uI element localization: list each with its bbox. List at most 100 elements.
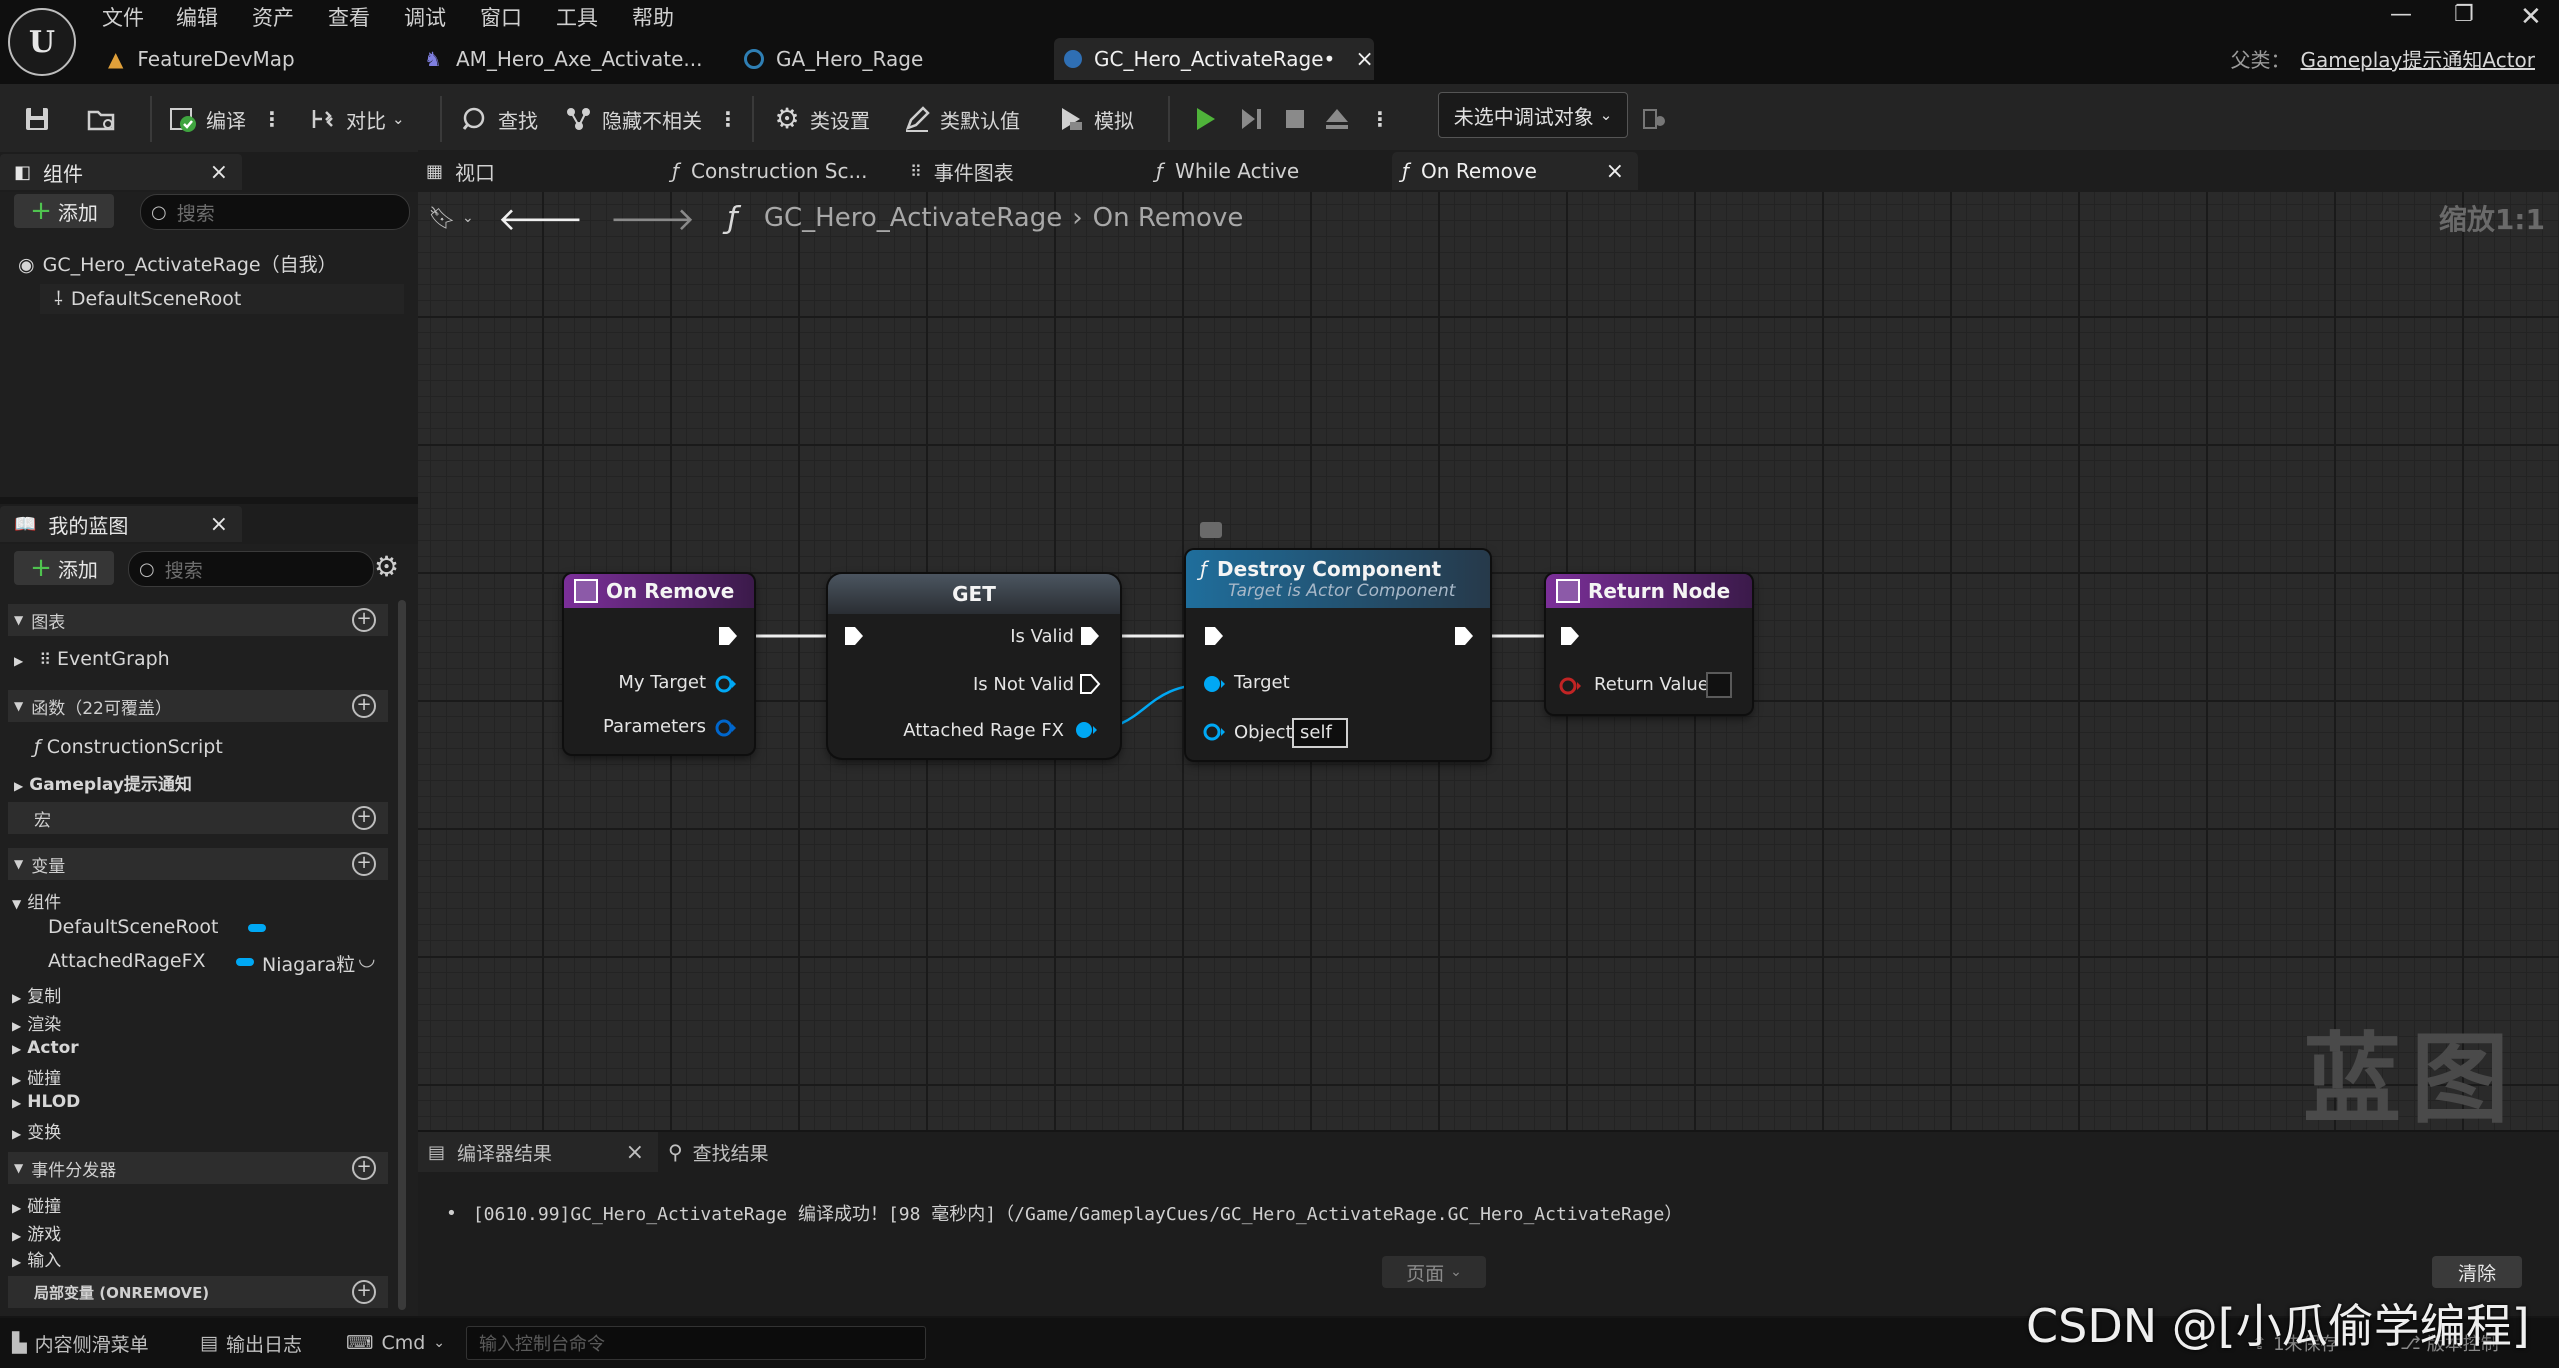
object-pin[interactable] — [1202, 720, 1228, 744]
node-validated-get[interactable]: GET Is Valid Is Not Valid Attached Rage … — [828, 574, 1120, 758]
forward-arrow-icon[interactable]: 🡒 — [609, 199, 695, 238]
graph-item-eventgraph[interactable]: ▶ ⠿ EventGraph — [14, 648, 170, 670]
bookmark-icon[interactable]: 🔖︎ — [428, 206, 456, 231]
play-button[interactable] — [1190, 98, 1228, 140]
object-pin[interactable] — [714, 672, 738, 696]
add-member-button[interactable]: + 添加 — [14, 551, 114, 585]
section-graphs[interactable]: ▼ 图表 — [8, 604, 388, 636]
add-component-button[interactable]: + 添加 — [14, 194, 114, 228]
exec-out-pin[interactable] — [1078, 624, 1102, 648]
component-default-scene-root[interactable]: ⸸ DefaultSceneRoot — [40, 284, 404, 314]
exec-out-pin[interactable] — [1078, 672, 1102, 696]
simulate-button[interactable]: 模拟 — [1056, 98, 1134, 140]
save-button[interactable] — [22, 98, 60, 140]
components-tab[interactable]: ◧ 组件 × — [0, 154, 242, 190]
tab-find-results[interactable]: ⚲ 查找结果 — [668, 1132, 769, 1172]
add-variable-icon[interactable]: + — [352, 852, 376, 876]
exec-out-pin[interactable] — [1452, 624, 1476, 648]
variable-category-transform[interactable]: ▶ 变换 — [12, 1118, 61, 1143]
node-on-remove[interactable]: On Remove My Target Parameters — [564, 574, 754, 754]
section-functions[interactable]: ▼ 函数（22可覆盖） — [8, 690, 388, 722]
exec-out-pin[interactable] — [716, 624, 740, 648]
add-dispatcher-icon[interactable]: + — [352, 1156, 376, 1180]
scrollbar[interactable] — [398, 600, 406, 1310]
add-graph-icon[interactable]: + — [352, 608, 376, 632]
bool-pin[interactable] — [1558, 674, 1584, 698]
doc-tab-gc-hero-activaterage[interactable]: GC_Hero_ActivateRage• × — [1054, 38, 1374, 80]
variable-category-actor[interactable]: ▶ Actor — [12, 1038, 79, 1058]
close-panel-icon[interactable]: × — [210, 160, 228, 185]
variable-category-collision[interactable]: ▶ 碰撞 — [12, 1064, 61, 1089]
doc-tab-am-hero-axe[interactable]: ♞ AM_Hero_Axe_Activate... — [424, 38, 724, 80]
variable-default-scene-root[interactable]: DefaultSceneRoot — [48, 916, 218, 938]
variable-category-hlod[interactable]: ▶ HLOD — [12, 1092, 80, 1112]
cmd-dropdown[interactable]: ⌨ Cmd ⌄ — [346, 1326, 445, 1360]
more-options-icon[interactable]: ⋮ — [718, 107, 738, 131]
menu-file[interactable]: 文件 — [102, 2, 144, 32]
stop-button[interactable] — [1280, 98, 1318, 140]
section-event-dispatchers[interactable]: ▼ 事件分发器 — [8, 1152, 388, 1184]
dispatcher-category-game[interactable]: ▶ 游戏 — [12, 1220, 61, 1245]
component-root-item[interactable]: ◉ GC_Hero_ActivateRage（自我） — [18, 250, 337, 277]
class-defaults-button[interactable]: 类默认值 — [902, 98, 1020, 140]
tab-compiler-results[interactable]: ▤ 编译器结果 × — [418, 1132, 658, 1172]
tab-viewport[interactable]: ▦ 视口 — [426, 152, 616, 190]
compile-button[interactable]: 编译 ⋮ — [168, 98, 282, 140]
page-dropdown[interactable]: 页面 ⌄ — [1382, 1256, 1486, 1288]
eject-button[interactable] — [1322, 98, 1360, 140]
menu-tools[interactable]: 工具 — [556, 2, 598, 32]
section-local-variables[interactable]: 局部变量 (ONREMOVE) — [8, 1276, 388, 1308]
close-tab-icon[interactable]: × — [1355, 47, 1373, 72]
exec-in-pin[interactable] — [1202, 624, 1226, 648]
dispatcher-category-input[interactable]: ▶ 输入 — [12, 1246, 61, 1271]
object-pin[interactable] — [1202, 672, 1228, 696]
restore-icon[interactable]: ❐ — [2454, 2, 2474, 27]
close-panel-icon[interactable]: × — [210, 512, 228, 537]
gear-icon[interactable]: ⚙ — [374, 550, 399, 583]
node-destroy-component[interactable]: ƒ Destroy Component Target is Actor Comp… — [1186, 550, 1490, 760]
my-blueprint-search-input[interactable]: ○ 搜索 — [128, 551, 374, 587]
eye-closed-icon[interactable]: ◡ — [358, 946, 375, 970]
doc-tab-ga-hero-rage[interactable]: GA_Hero_Rage — [744, 38, 1044, 80]
add-macro-icon[interactable]: + — [352, 806, 376, 830]
exec-in-pin[interactable] — [1558, 624, 1582, 648]
doc-tab-featuredevmap[interactable]: ▲ FeatureDevMap — [108, 38, 408, 80]
variable-category-replication[interactable]: ▶ 复制 — [12, 982, 61, 1007]
menu-debug[interactable]: 调试 — [404, 2, 446, 32]
return-value-checkbox[interactable] — [1706, 672, 1732, 698]
add-function-icon[interactable]: + — [352, 694, 376, 718]
tab-on-remove[interactable]: ƒ On Remove × — [1392, 152, 1638, 190]
output-log-button[interactable]: ▤ 输出日志 — [200, 1326, 302, 1360]
browse-button[interactable] — [86, 98, 124, 140]
my-blueprint-tab[interactable]: 📖 我的蓝图 × — [0, 506, 242, 542]
close-window-icon[interactable]: ✕ — [2520, 2, 2542, 32]
step-button[interactable] — [1236, 98, 1274, 140]
tab-event-graph[interactable]: ⠿ 事件图表 — [910, 152, 1110, 190]
tab-while-active[interactable]: ƒ While Active — [1156, 152, 1356, 190]
node-return[interactable]: Return Node Return Value — [1546, 574, 1752, 714]
close-tab-icon[interactable]: × — [626, 1140, 644, 1165]
content-drawer-button[interactable]: ▙ 内容侧滑菜单 — [12, 1326, 149, 1360]
dispatcher-category-collision[interactable]: ▶ 碰撞 — [12, 1192, 61, 1217]
debug-filter-button[interactable] — [1640, 98, 1678, 140]
section-variables[interactable]: ▼ 变量 — [8, 848, 388, 880]
back-arrow-icon[interactable]: 🡐 — [498, 199, 584, 238]
variable-category-components[interactable]: ▼ 组件 — [12, 888, 61, 913]
variable-attached-rage-fx[interactable]: AttachedRageFX — [48, 950, 206, 972]
menu-view[interactable]: 查看 — [328, 2, 370, 32]
clear-button[interactable]: 清除 — [2432, 1256, 2522, 1288]
section-macros[interactable]: 宏 — [8, 802, 388, 834]
breadcrumb-root[interactable]: GC_Hero_ActivateRage — [764, 203, 1062, 233]
object-default-value-input[interactable]: self — [1292, 718, 1348, 748]
variable-category-rendering[interactable]: ▶ 渲染 — [12, 1010, 61, 1035]
hide-unrelated-button[interactable]: 隐藏不相关 ⋮ — [564, 98, 738, 140]
minimize-icon[interactable]: — — [2390, 2, 2412, 27]
struct-pin[interactable] — [714, 716, 738, 740]
menu-edit[interactable]: 编辑 — [176, 2, 218, 32]
diff-button[interactable]: 对比 ⌄ — [308, 98, 405, 140]
close-tab-icon[interactable]: × — [1606, 159, 1624, 184]
object-pin[interactable] — [1072, 718, 1100, 742]
parent-class-link[interactable]: Gameplay提示通知Actor — [2300, 44, 2535, 73]
debug-object-select[interactable]: 未选中调试对象 ⌄ — [1438, 92, 1628, 138]
function-item-constructionscript[interactable]: ƒ ConstructionScript — [34, 736, 223, 758]
